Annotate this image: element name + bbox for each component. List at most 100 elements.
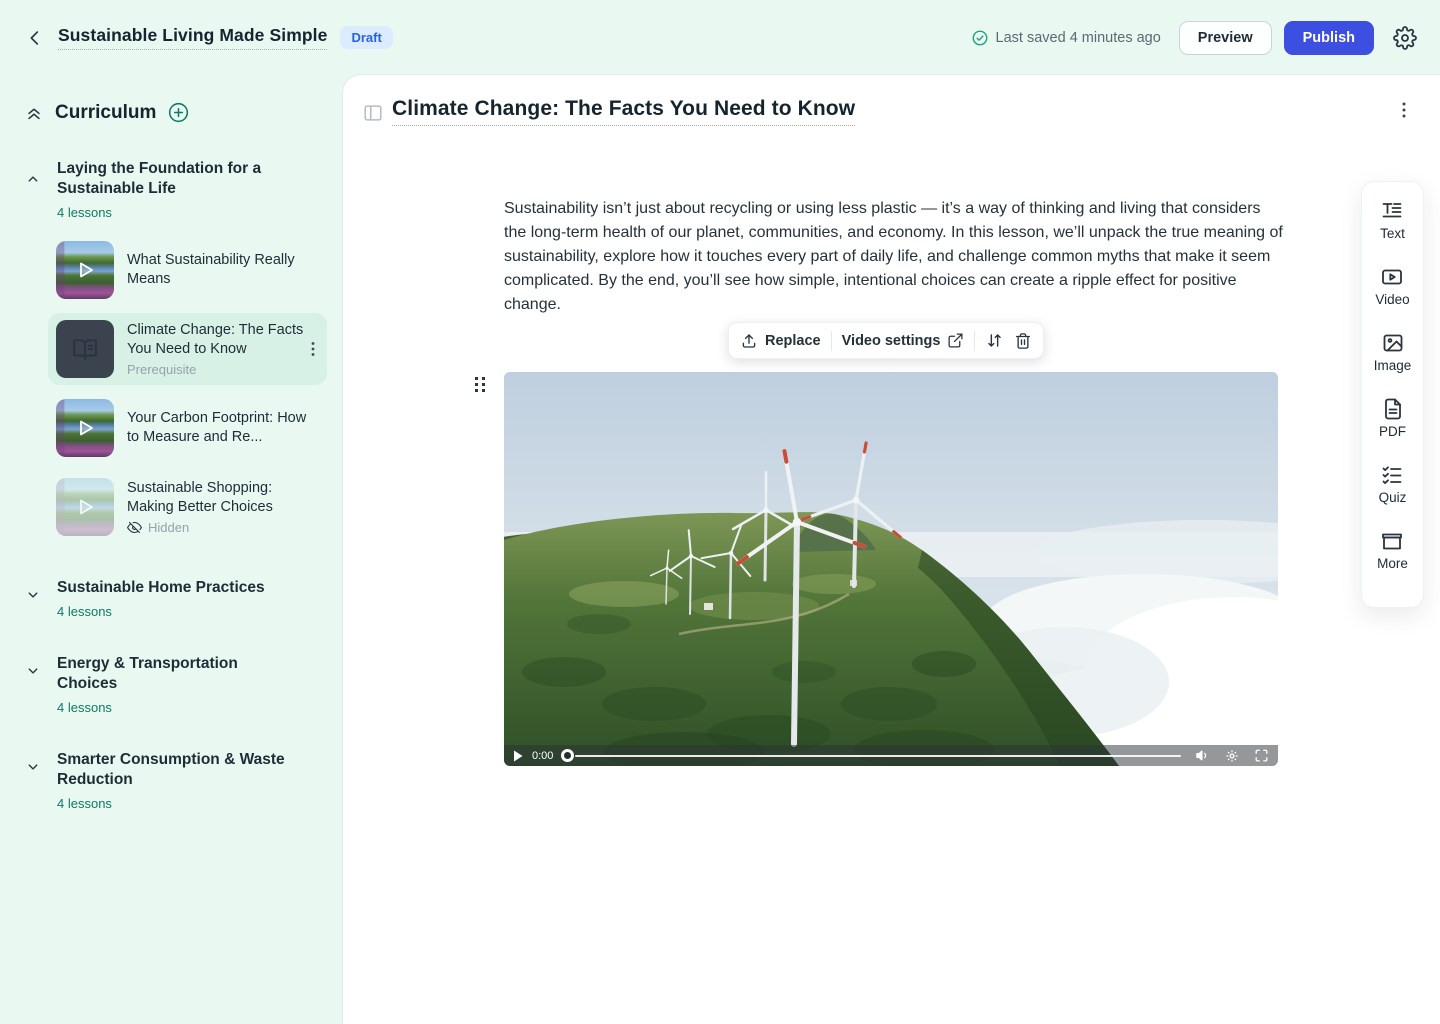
kebab-icon	[1396, 100, 1412, 120]
section-lesson-count: 4 lessons	[57, 604, 293, 619]
lesson-video-thumbnail	[56, 399, 114, 457]
tool-label: Text	[1380, 226, 1405, 241]
lesson-menu-button[interactable]	[305, 340, 321, 358]
curriculum-section: Laying the Foundation for a Sustainable …	[24, 159, 329, 543]
video-block-toolbar: Replace Video settings	[728, 322, 1044, 359]
toolbar-divider	[831, 331, 832, 351]
tool-label: Video	[1375, 292, 1409, 307]
video-volume-button[interactable]	[1195, 748, 1210, 763]
video-fullscreen-button[interactable]	[1254, 748, 1269, 763]
lesson-title: Your Carbon Footprint: How to Measure an…	[127, 409, 319, 447]
section-title: Sustainable Home Practices	[57, 578, 293, 598]
toolbar-divider	[974, 331, 975, 351]
trash-icon	[1014, 332, 1032, 350]
video-settings-button[interactable]: Video settings	[842, 332, 965, 349]
add-image-block-button[interactable]: Image	[1374, 331, 1412, 397]
section-toggle[interactable]: Energy & Transportation Choices 4 lesson…	[24, 654, 329, 715]
lesson-prerequisite-label: Prerequisite	[127, 362, 319, 377]
curriculum-sidebar: Curriculum Laying the Foundation for a S…	[0, 75, 343, 1024]
chevron-down-icon	[24, 758, 42, 776]
last-saved-status: Last saved 4 minutes ago	[971, 29, 1161, 47]
quiz-checklist-icon	[1380, 463, 1404, 487]
tool-label: Quiz	[1379, 490, 1407, 505]
kebab-icon	[305, 340, 321, 358]
section-lesson-count: 4 lessons	[57, 796, 293, 811]
video-controls-bar: 0:00	[504, 745, 1278, 766]
top-bar: Sustainable Living Made Simple Draft Las…	[0, 0, 1440, 75]
replace-label: Replace	[765, 333, 821, 349]
lesson-item[interactable]: What Sustainability Really Means	[48, 234, 327, 306]
play-icon	[513, 750, 523, 762]
plus-circle-icon	[167, 101, 190, 124]
add-section-button[interactable]	[167, 101, 190, 124]
section-title: Energy & Transportation Choices	[57, 654, 293, 694]
volume-icon	[1195, 748, 1210, 763]
toggle-sidebar-button[interactable]	[362, 102, 384, 124]
chevron-down-icon	[24, 586, 42, 604]
image-icon	[1381, 331, 1405, 355]
lesson-item[interactable]: Your Carbon Footprint: How to Measure an…	[48, 392, 327, 464]
grip-dots-icon	[474, 375, 487, 394]
chevron-down-icon	[24, 662, 42, 680]
section-title: Laying the Foundation for a Sustainable …	[57, 159, 293, 199]
block-palette: Text Video Image PDF Quiz More	[1361, 181, 1424, 608]
tool-label: More	[1377, 556, 1408, 571]
video-player[interactable]: 0:00	[504, 372, 1278, 766]
play-icon	[73, 416, 97, 440]
play-icon	[73, 495, 97, 519]
collapse-all-button[interactable]	[24, 103, 44, 123]
gear-icon	[1225, 749, 1239, 763]
preview-button[interactable]: Preview	[1179, 21, 1272, 55]
video-scrubber-handle[interactable]	[561, 749, 574, 762]
section-toggle[interactable]: Laying the Foundation for a Sustainable …	[24, 159, 329, 220]
lesson-item-hidden[interactable]: Sustainable Shopping: Making Better Choi…	[48, 471, 327, 543]
add-text-block-button[interactable]: Text	[1380, 199, 1405, 265]
tool-label: PDF	[1379, 424, 1406, 439]
video-frame-wind-turbines	[504, 372, 1278, 766]
upload-icon	[740, 332, 758, 350]
fullscreen-icon	[1254, 748, 1269, 763]
check-circle-icon	[971, 29, 989, 47]
add-pdf-block-button[interactable]: PDF	[1379, 397, 1406, 463]
video-current-time: 0:00	[532, 750, 553, 762]
chevron-left-icon	[24, 27, 46, 49]
lesson-page-title[interactable]: Climate Change: The Facts You Need to Kn…	[392, 97, 855, 126]
back-button[interactable]	[22, 25, 48, 51]
more-blocks-button[interactable]: More	[1377, 529, 1408, 595]
video-settings-gear-button[interactable]	[1225, 749, 1239, 763]
curriculum-header: Curriculum	[24, 101, 329, 124]
add-video-block-button[interactable]: Video	[1375, 265, 1409, 331]
chevron-up-icon	[24, 170, 42, 188]
move-block-button[interactable]	[985, 331, 1004, 350]
arrows-up-down-icon	[985, 331, 1004, 350]
pdf-icon	[1381, 397, 1405, 421]
publish-button[interactable]: Publish	[1284, 21, 1374, 55]
section-toggle[interactable]: Sustainable Home Practices 4 lessons	[24, 578, 329, 619]
play-icon	[73, 258, 97, 282]
section-toggle[interactable]: Smarter Consumption & Waste Reduction 4 …	[24, 750, 329, 811]
lesson-video-thumbnail	[56, 241, 114, 299]
section-lesson-count: 4 lessons	[57, 700, 293, 715]
last-saved-text: Last saved 4 minutes ago	[996, 30, 1161, 46]
lesson-reading-thumbnail	[56, 320, 114, 378]
course-title[interactable]: Sustainable Living Made Simple	[58, 25, 327, 50]
video-play-button[interactable]	[513, 750, 523, 762]
replace-video-button[interactable]: Replace	[740, 332, 821, 350]
video-progress-track[interactable]	[575, 755, 1181, 757]
lesson-hidden-label: Hidden	[148, 520, 189, 535]
curriculum-section: Energy & Transportation Choices 4 lesson…	[24, 654, 329, 715]
lesson-menu-button[interactable]	[1396, 100, 1412, 120]
curriculum-section: Smarter Consumption & Waste Reduction 4 …	[24, 750, 329, 811]
external-link-icon	[947, 332, 964, 349]
add-quiz-block-button[interactable]: Quiz	[1379, 463, 1407, 529]
tool-label: Image	[1374, 358, 1412, 373]
block-drag-handle[interactable]	[474, 375, 487, 394]
settings-button[interactable]	[1391, 24, 1419, 52]
lesson-video-thumbnail	[56, 478, 114, 536]
lesson-intro-paragraph[interactable]: Sustainability isn’t just about recyclin…	[504, 197, 1284, 317]
delete-block-button[interactable]	[1014, 332, 1032, 350]
lesson-item-selected[interactable]: Climate Change: The Facts You Need to Kn…	[48, 313, 327, 385]
gear-icon	[1393, 26, 1417, 50]
section-title: Smarter Consumption & Waste Reduction	[57, 750, 293, 790]
lesson-editor-panel: Climate Change: The Facts You Need to Kn…	[343, 75, 1440, 1024]
